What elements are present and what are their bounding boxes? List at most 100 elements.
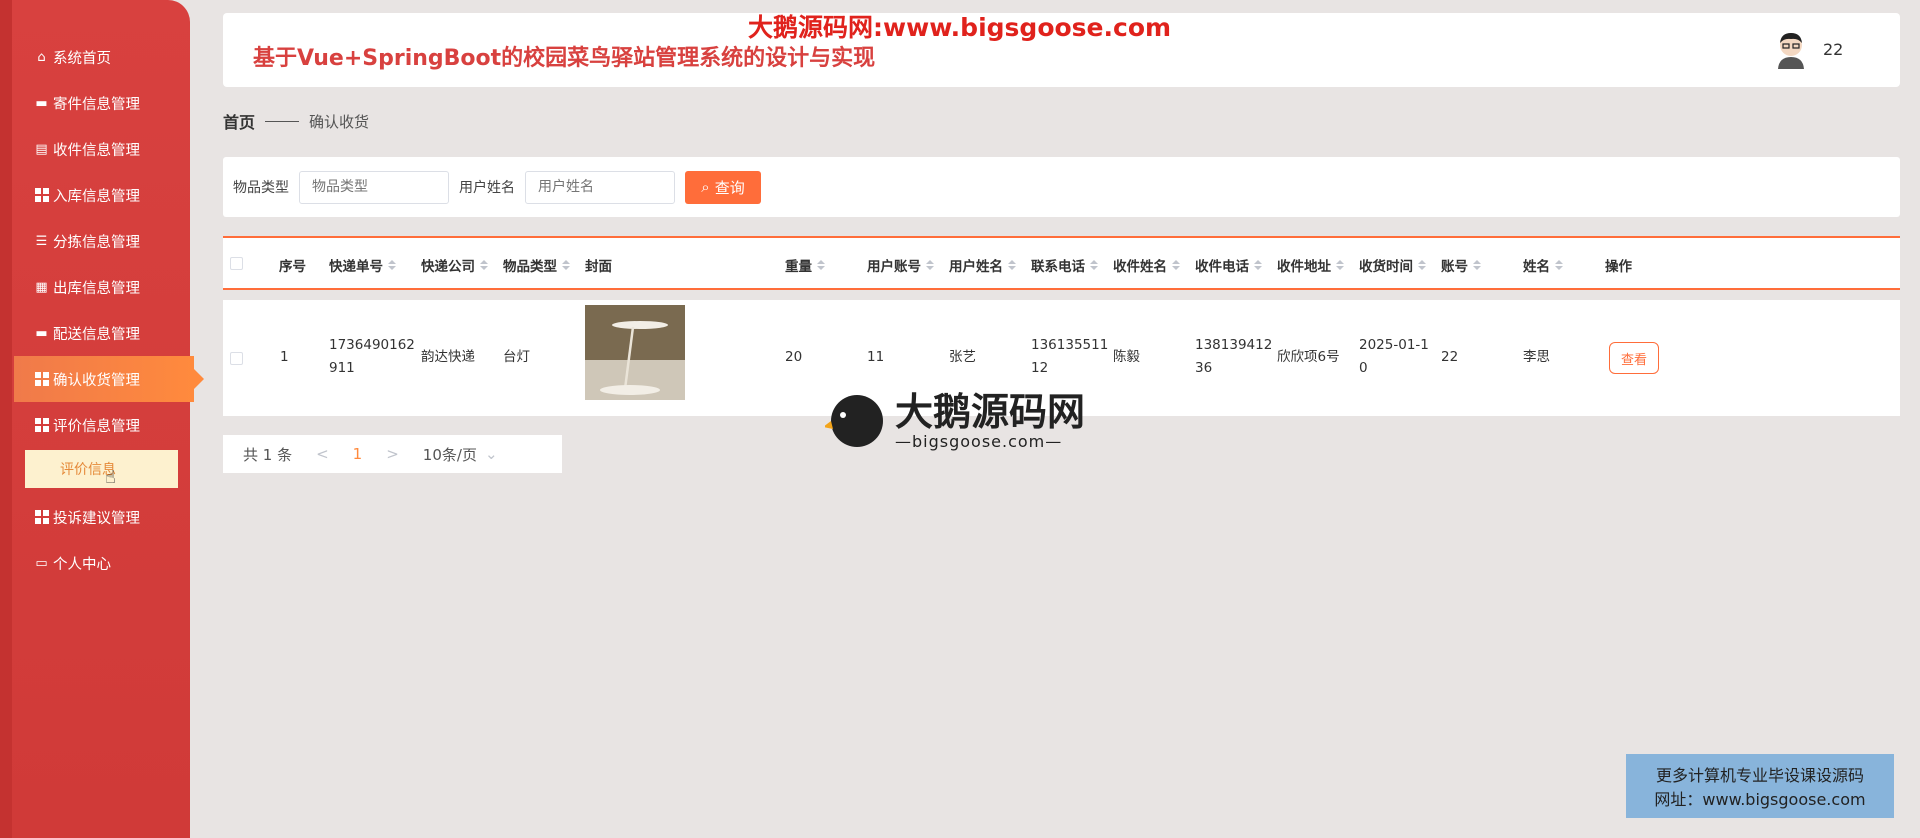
page-size-select[interactable]: 10条/页: [423, 444, 477, 465]
breadcrumb-separator: [265, 120, 300, 122]
sidebar-item-label: 分拣信息管理: [53, 234, 140, 251]
column-header: 封面: [585, 259, 612, 275]
sort-icon: [562, 260, 570, 270]
column-header[interactable]: 联系电话: [1031, 255, 1098, 275]
search-button[interactable]: ⌕ 查询: [685, 170, 761, 204]
column-header[interactable]: 用户姓名: [949, 255, 1016, 275]
cell-user-name: 张艺: [949, 349, 976, 365]
grid-icon: [34, 418, 49, 433]
grid-icon: [34, 510, 49, 525]
monitor-icon: ▬: [35, 95, 48, 111]
cell-recv-phone: 138139412 36: [1195, 337, 1273, 376]
cover-image[interactable]: [585, 305, 685, 400]
sidebar-item-label: 投诉建议管理: [53, 510, 140, 527]
sidebar-item-label: 评价信息管理: [53, 418, 140, 435]
cell-time: 2025-01-1 0: [1359, 337, 1429, 376]
column-header[interactable]: 收件姓名: [1113, 255, 1180, 275]
grid-icon: [34, 372, 49, 387]
column-header[interactable]: 重量: [785, 255, 825, 275]
sidebar-item-label: 寄件信息管理: [53, 96, 140, 113]
sidebar-item-review[interactable]: 评价信息管理: [0, 402, 190, 448]
sidebar-item-profile[interactable]: ▭ 个人中心: [0, 540, 190, 586]
home-icon: ⌂: [37, 49, 46, 65]
cell-phone: 136135511 12: [1031, 337, 1109, 376]
column-header[interactable]: 物品类型: [503, 255, 570, 275]
avatar[interactable]: [1773, 31, 1809, 69]
type-input[interactable]: [299, 170, 449, 204]
cell-company: 韵达快递: [421, 349, 475, 365]
sort-icon: [926, 260, 934, 270]
sort-icon: [388, 260, 396, 270]
column-header[interactable]: 姓名: [1523, 255, 1563, 275]
sort-icon: [1336, 260, 1344, 270]
column-header[interactable]: 收货时间: [1359, 255, 1426, 275]
watermark-banner: 更多计算机专业毕设课设源码 网址：www.bigsgoose.com: [1626, 754, 1894, 818]
sidebar-item-label: 确认收货管理: [53, 372, 140, 389]
sort-icon: [480, 260, 488, 270]
column-header[interactable]: 用户账号: [867, 255, 934, 275]
user-name[interactable]: 22: [1823, 40, 1843, 59]
list-icon: ☰: [35, 233, 48, 249]
sort-icon: [1473, 260, 1481, 270]
name-label: 用户姓名: [459, 180, 515, 196]
watermark-banner-line1: 更多计算机专业毕设课设源码: [1655, 766, 1864, 785]
sort-icon: [1172, 260, 1180, 270]
sidebar-item-confirm[interactable]: 确认收货管理: [14, 356, 204, 402]
pagination-total: 共 1 条: [243, 445, 293, 464]
sidebar-item-label: 配送信息管理: [53, 326, 140, 343]
sidebar-item-outbound[interactable]: ▦ 出库信息管理: [0, 264, 190, 310]
cell-acct: 22: [1441, 349, 1459, 365]
name-input[interactable]: [525, 170, 675, 204]
cell-type: 台灯: [503, 349, 530, 365]
sidebar-menu: ⌂ 系统首页 ▬ 寄件信息管理 ▤ 收件信息管理 入库信息管理 ☰ 分拣信息管理…: [0, 34, 204, 586]
sidebar-item-complaint[interactable]: 投诉建议管理: [0, 494, 190, 540]
column-header[interactable]: 收件地址: [1277, 255, 1344, 275]
search-button-label: 查询: [714, 178, 745, 197]
sidebar-item-label: 系统首页: [53, 50, 111, 67]
watermark-top-text: 大鹅源码网:www.bigsgoose.com: [748, 13, 1172, 42]
table-header: 序号 快递单号 快递公司 物品类型 封面 重量 用户账号 用户姓名 联系电话 收…: [223, 236, 1900, 290]
cell-account: 11: [867, 349, 885, 365]
sidebar-item-home[interactable]: ⌂ 系统首页: [0, 34, 190, 80]
cell-address: 欣欣项6号: [1277, 349, 1340, 365]
column-header[interactable]: 收件电话: [1195, 255, 1262, 275]
sidebar-item-label: 收件信息管理: [53, 142, 140, 159]
breadcrumb-home[interactable]: 首页: [223, 109, 255, 133]
goose-logo-icon: [825, 395, 883, 447]
column-header: 操作: [1605, 259, 1632, 275]
cell-tracking: 1736490162 911: [329, 337, 415, 376]
pagination: 共 1 条 < 1 > 10条/页 ⌄: [223, 435, 562, 473]
select-all-checkbox[interactable]: [230, 257, 243, 270]
sidebar-subitem-review-info[interactable]: 评价信息 ☝: [25, 450, 178, 488]
cell-recv-name: 陈毅: [1113, 349, 1140, 365]
watermark-logo-cn: 大鹅源码网: [895, 389, 1086, 434]
search-bar: 物品类型 用户姓名 ⌕ 查询: [223, 157, 1900, 217]
chevron-down-icon[interactable]: ⌄: [485, 445, 498, 463]
chat-icon: ▬: [35, 325, 48, 341]
column-header[interactable]: 账号: [1441, 255, 1481, 275]
row-checkbox[interactable]: [230, 352, 243, 365]
watermark-logo-en: —bigsgoose.com—: [895, 431, 1063, 451]
pagination-next[interactable]: >: [386, 445, 399, 463]
column-header[interactable]: 快递单号: [329, 255, 396, 275]
sidebar-item-receive[interactable]: ▤ 收件信息管理: [0, 126, 190, 172]
column-header: 序号: [279, 259, 306, 275]
sidebar-item-label: 入库信息管理: [53, 188, 140, 205]
sort-icon: [1418, 260, 1426, 270]
page-title: 基于Vue+SpringBoot的校园菜鸟驿站管理系统的设计与实现: [253, 46, 876, 71]
sidebar-item-inbound[interactable]: 入库信息管理: [0, 172, 190, 218]
sidebar-item-send[interactable]: ▬ 寄件信息管理: [0, 80, 190, 126]
sidebar-item-delivery[interactable]: ▬ 配送信息管理: [0, 310, 190, 356]
watermark-banner-line2: 网址：www.bigsgoose.com: [1654, 790, 1866, 809]
cell-name: 李思: [1523, 349, 1550, 365]
sort-icon: [1008, 260, 1016, 270]
view-button[interactable]: 查看: [1609, 342, 1659, 374]
sidebar-item-label: 出库信息管理: [53, 280, 140, 297]
pagination-page[interactable]: 1: [353, 445, 363, 463]
cell-weight: 20: [785, 349, 803, 365]
sidebar-item-sorting[interactable]: ☰ 分拣信息管理: [0, 218, 190, 264]
column-header[interactable]: 快递公司: [421, 255, 488, 275]
breadcrumb: 首页 确认收货: [223, 109, 369, 133]
watermark-logo: 大鹅源码网 —bigsgoose.com—: [825, 388, 1095, 454]
pagination-prev[interactable]: <: [316, 445, 329, 463]
